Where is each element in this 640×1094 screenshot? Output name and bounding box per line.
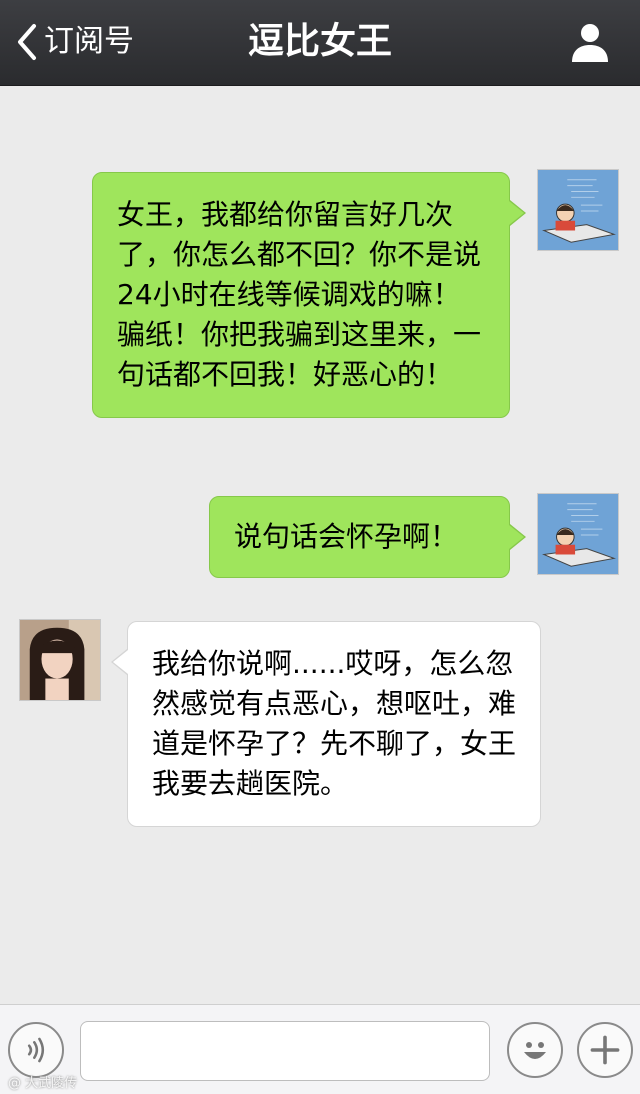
message-input[interactable] [80, 1021, 490, 1081]
photo-avatar-icon [20, 620, 100, 700]
message-bubble-received[interactable]: 我给你说啊......哎呀，怎么忽然感觉有点恶心，想呕吐，难道是怀孕了？先不聊了… [111, 621, 541, 827]
voice-icon [27, 1037, 45, 1063]
contact-avatar[interactable] [19, 619, 101, 701]
input-bar [0, 1004, 640, 1094]
emoji-icon [524, 1042, 546, 1059]
message-bubble-sent[interactable]: 女王，我都给你留言好几次了，你怎么都不回？你不是说24小时在线等候调戏的嘛！骗纸… [92, 172, 526, 418]
my-avatar[interactable] [537, 493, 619, 575]
my-avatar[interactable] [537, 169, 619, 251]
emoji-button[interactable] [507, 1022, 563, 1078]
message-bubble-sent[interactable]: 说句话会怀孕啊！ [209, 496, 526, 578]
voice-button[interactable] [8, 1022, 64, 1078]
chevron-left-icon [18, 24, 36, 60]
back-label: 订阅号 [44, 24, 134, 59]
person-icon [572, 24, 608, 62]
watermark: @ 大武陵传 [8, 1076, 78, 1091]
chat-area[interactable]: 女王，我都给你留言好几次了，你怎么都不回？你不是说24小时在线等候调戏的嘛！骗纸… [0, 86, 640, 1004]
more-button[interactable] [577, 1022, 633, 1078]
profile-button[interactable] [568, 20, 612, 64]
back-button[interactable]: 订阅号 [14, 18, 134, 66]
plus-icon [590, 1035, 620, 1065]
cartoon-avatar-icon [538, 494, 618, 574]
cartoon-avatar-icon [538, 170, 618, 250]
nav-bar: 订阅号 逗比女王 [0, 0, 640, 86]
chat-title: 逗比女王 [247, 21, 392, 62]
